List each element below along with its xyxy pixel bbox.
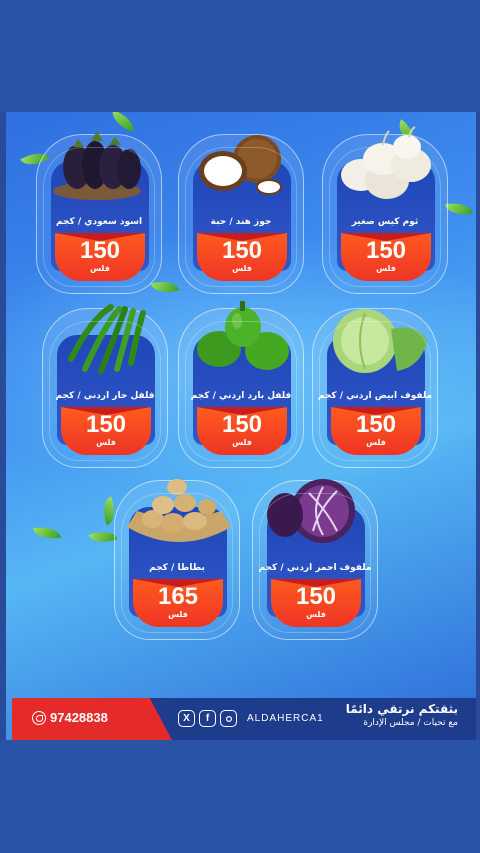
- product-name: اسود سعودي / كجم: [55, 217, 143, 227]
- product-name: ثوم كيس صغير: [351, 217, 419, 227]
- footer-bar: 97428838 X f ALDAHERCA1 بثقتكم نرتقي دائ…: [12, 698, 476, 740]
- social-handle: ALDAHERCA1: [247, 713, 324, 724]
- price-unit: فلس: [366, 438, 386, 447]
- cabbage-icon: [333, 309, 427, 373]
- price-tag: 150 فلس: [331, 407, 421, 455]
- leaf-decoration: [150, 276, 180, 298]
- price-tag: 150 فلس: [271, 579, 361, 627]
- price-value: 150: [221, 411, 263, 438]
- product-card[interactable]: ملفوف ابيض اردني / كجم 150 فلس: [312, 308, 438, 468]
- product-card[interactable]: بطاطا / كجم 165 فلس: [114, 479, 240, 640]
- card-background: [57, 335, 155, 445]
- eggplant-icon: [53, 131, 141, 200]
- slogan-block: بثقتكم نرتقي دائمًا مع تحيات / مجلس الإد…: [346, 702, 458, 728]
- card-background: [327, 335, 425, 445]
- top-frame: [0, 0, 480, 112]
- garlic-icon: [341, 126, 431, 199]
- product-name: ملفوف احمر اردني / كجم: [258, 563, 372, 573]
- price-tag: 165 فلس: [133, 579, 223, 627]
- price-unit: فلس: [168, 610, 188, 619]
- card-background: [129, 507, 227, 617]
- product-name: ملفوف ابيض اردني / كجم: [317, 391, 433, 401]
- card-background: [193, 161, 291, 271]
- coconut-icon: [199, 135, 282, 195]
- product-card[interactable]: اسود سعودي / كجم 150 فلس: [36, 131, 162, 294]
- product-name: بطاطا / كجم: [149, 563, 205, 573]
- offer-poster: ثوم كيس صغير 150 فلس جوز هند / حبة 150 ف…: [6, 112, 476, 740]
- card-background: [267, 507, 365, 617]
- whatsapp-icon: [32, 710, 46, 725]
- green-bell-pepper-icon: [197, 301, 289, 370]
- red-cabbage-icon: [267, 479, 355, 543]
- price-tag: 150 فلس: [55, 233, 145, 281]
- price-value: 150: [79, 237, 121, 264]
- product-card[interactable]: فلفل بارد اردني / كجم 150 فلس: [178, 301, 304, 468]
- price-unit: فلس: [306, 610, 326, 619]
- card-background: [51, 161, 149, 271]
- social-links: X f ALDAHERCA1: [178, 710, 324, 727]
- price-unit: فلس: [232, 438, 252, 447]
- price-value: 150: [221, 237, 263, 264]
- product-card[interactable]: ثوم كيس صغير 150 فلس: [322, 126, 448, 294]
- card-background: [337, 161, 435, 271]
- price-unit: فلس: [90, 264, 110, 273]
- green-chili-icon: [68, 304, 146, 374]
- leaf-decoration: [32, 523, 62, 543]
- x-icon[interactable]: X: [178, 710, 195, 727]
- leaf-decoration: [444, 199, 474, 219]
- price-value: 150: [365, 237, 407, 264]
- product-card[interactable]: ملفوف احمر اردني / كجم 150 فلس: [252, 479, 378, 640]
- price-unit: فلس: [376, 264, 396, 273]
- price-value: 165: [157, 583, 199, 610]
- potato-icon: [127, 479, 231, 542]
- price-value: 150: [355, 411, 397, 438]
- product-card[interactable]: فلفل حار اردني / كجم 150 فلس: [42, 304, 168, 468]
- price-tag: 150 فلس: [197, 233, 287, 281]
- price-tag: 150 فلس: [197, 407, 287, 455]
- price-value: 150: [295, 583, 337, 610]
- price-value: 150: [85, 411, 127, 438]
- price-tag: 150 فلس: [61, 407, 151, 455]
- bottom-frame: [0, 740, 480, 853]
- signature-text: مع تحيات / مجلس الإدارة: [363, 718, 458, 728]
- product-name: فلفل بارد اردني / كجم: [190, 391, 292, 401]
- facebook-icon[interactable]: f: [199, 710, 216, 727]
- instagram-icon[interactable]: [220, 710, 237, 727]
- price-unit: فلس: [96, 438, 116, 447]
- product-card[interactable]: جوز هند / حبة 150 فلس: [178, 134, 304, 294]
- card-background: [193, 335, 291, 445]
- price-unit: فلس: [232, 264, 252, 273]
- phone-number: 97428838: [50, 710, 108, 725]
- product-name: فلفل حار اردني / كجم: [55, 391, 155, 401]
- slogan-text: بثقتكم نرتقي دائمًا: [345, 702, 458, 716]
- price-tag: 150 فلس: [341, 233, 431, 281]
- product-name: جوز هند / حبة: [210, 217, 272, 227]
- phone-contact[interactable]: 97428838: [32, 710, 108, 725]
